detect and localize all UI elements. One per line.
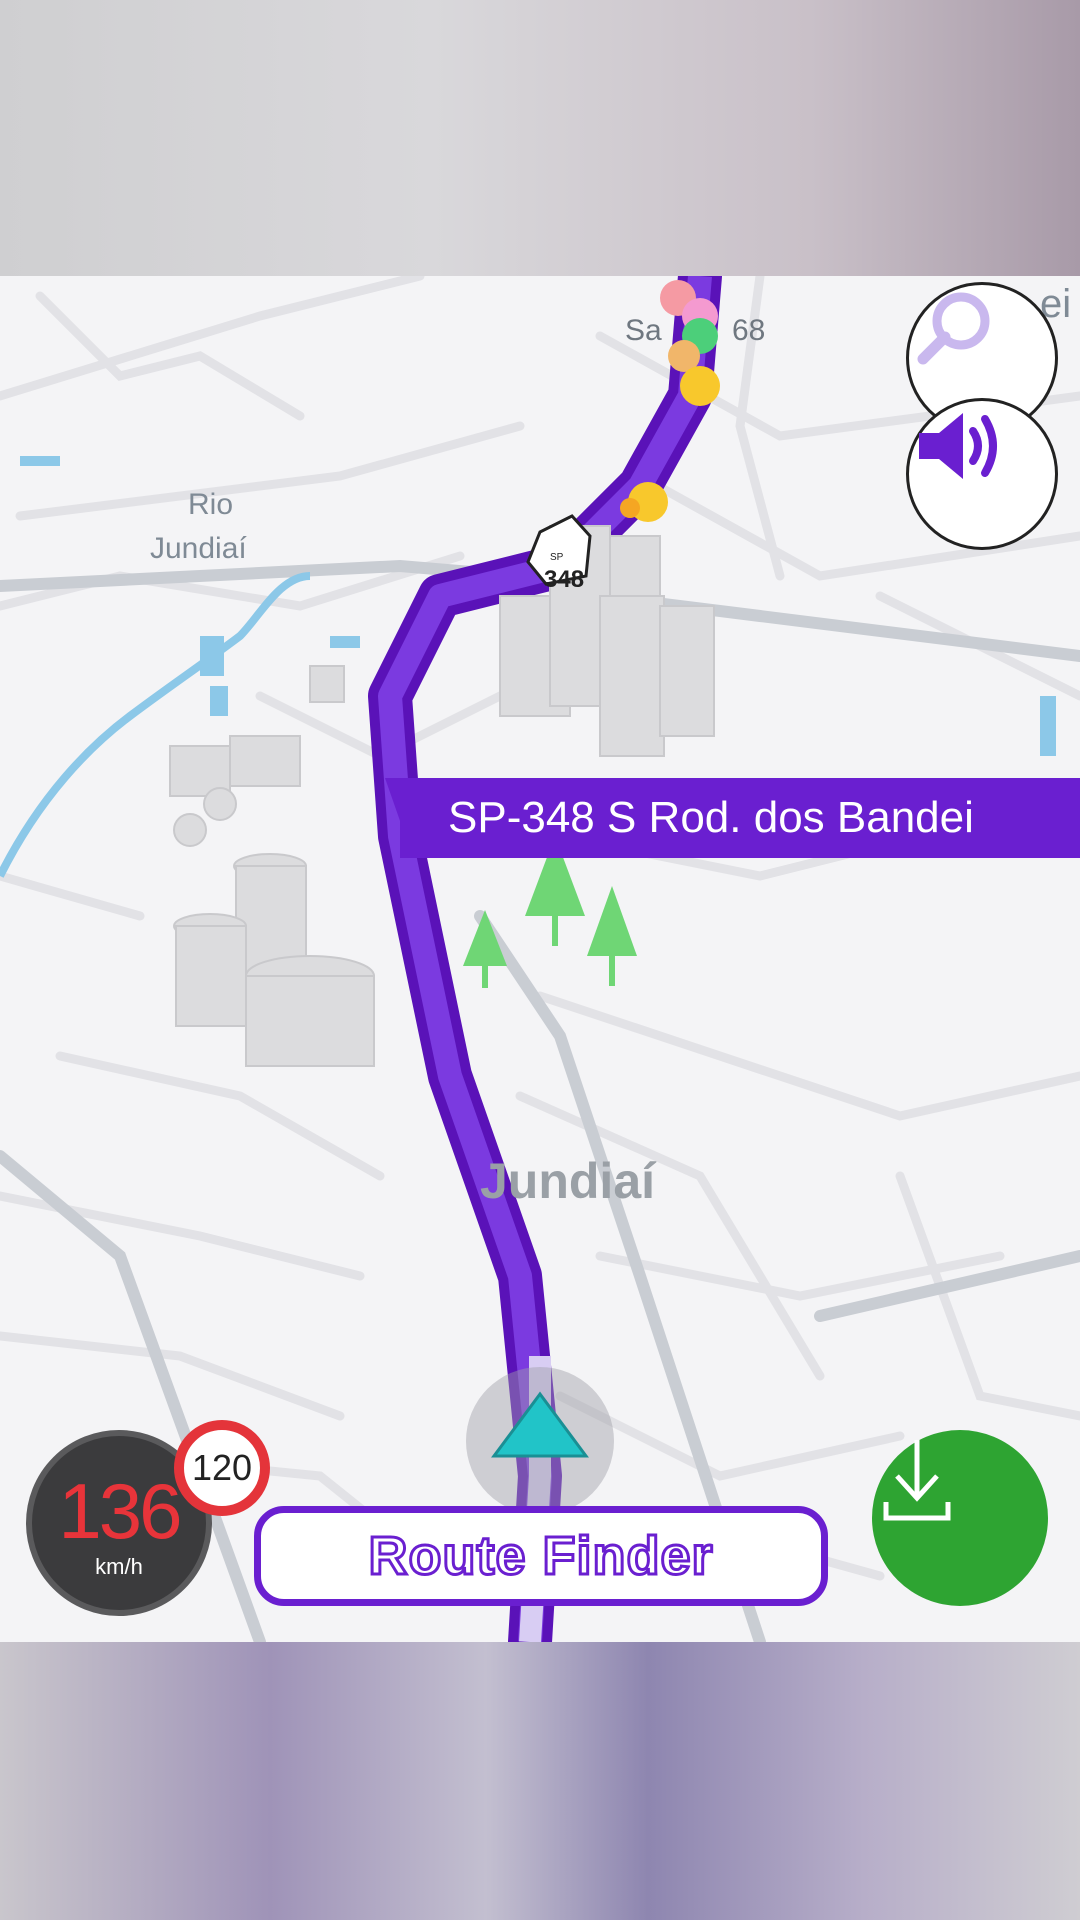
river-label-line2: Jundiaí bbox=[150, 532, 247, 565]
blurred-top-background bbox=[0, 0, 1080, 276]
city-label: Jundiaí bbox=[480, 1153, 656, 1209]
search-icon bbox=[917, 292, 990, 365]
route-finder-pill[interactable]: Route Finder bbox=[254, 1506, 828, 1606]
river-label-line1: Rio bbox=[188, 488, 234, 521]
download-icon bbox=[883, 1440, 951, 1521]
speed-limit-sign: 120 bbox=[174, 1420, 270, 1516]
download-button[interactable] bbox=[872, 1430, 1048, 1606]
road-name-banner[interactable]: SP-348 S Rod. dos Bandei bbox=[400, 778, 1080, 858]
route-finder-label: Route Finder bbox=[367, 1525, 714, 1588]
route-shield-number: 348 bbox=[544, 566, 585, 593]
place-label-partial: Sa bbox=[625, 314, 662, 347]
speed-unit: km/h bbox=[95, 1554, 143, 1579]
map-view[interactable]: Sa 68 Rio Jundiaí ei SP 348 SP-348 S Rod… bbox=[0, 276, 1080, 1642]
sound-button[interactable] bbox=[906, 398, 1058, 550]
place-label-number: 68 bbox=[732, 314, 766, 347]
blurred-bottom-background bbox=[0, 1642, 1080, 1920]
shield-prefix: SP bbox=[550, 552, 564, 563]
speaker-icon bbox=[919, 413, 997, 479]
